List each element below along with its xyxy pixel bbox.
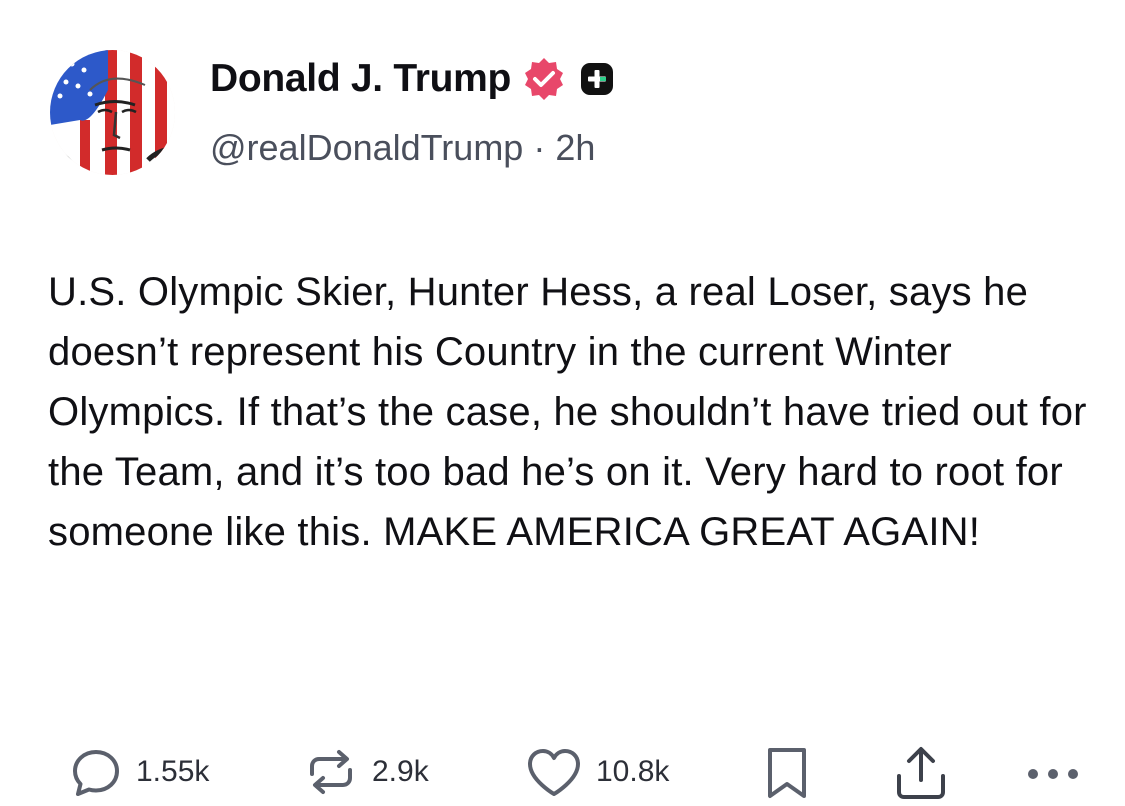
like-count: 10.8k — [596, 755, 670, 788]
share-upload-icon — [893, 742, 949, 802]
reply-button[interactable]: 1.55k — [68, 740, 209, 804]
share-button[interactable] — [893, 740, 949, 804]
plus-badge-icon — [581, 63, 614, 95]
author-name-row: Donald J. Trump — [210, 52, 614, 106]
repost-icon — [302, 744, 360, 800]
more-dots-icon — [1024, 744, 1084, 800]
verified-badge-icon — [521, 56, 567, 102]
avatar[interactable] — [50, 50, 175, 175]
heart-icon — [524, 744, 584, 800]
repost-button[interactable]: 2.9k — [302, 740, 429, 804]
more-options-button[interactable] — [1024, 740, 1084, 804]
bookmark-button[interactable] — [764, 740, 810, 804]
post-text: U.S. Olympic Skier, Hunter Hess, a real … — [48, 270, 1087, 554]
author-handle[interactable]: @realDonaldTrump — [210, 127, 523, 168]
repost-count: 2.9k — [372, 755, 429, 788]
meta-separator: · — [533, 127, 546, 168]
like-button[interactable]: 10.8k — [524, 740, 669, 804]
avatar-image — [50, 50, 175, 175]
action-bar: 1.55k 2.9k 10.8k — [0, 740, 1125, 804]
author-display-name[interactable]: Donald J. Trump — [210, 57, 511, 101]
bookmark-icon — [764, 744, 810, 800]
post-timestamp[interactable]: 2h — [555, 127, 595, 168]
author-meta: @realDonaldTrump · 2h — [210, 127, 595, 169]
reply-bubble-icon — [68, 744, 124, 800]
reply-count: 1.55k — [136, 755, 210, 788]
